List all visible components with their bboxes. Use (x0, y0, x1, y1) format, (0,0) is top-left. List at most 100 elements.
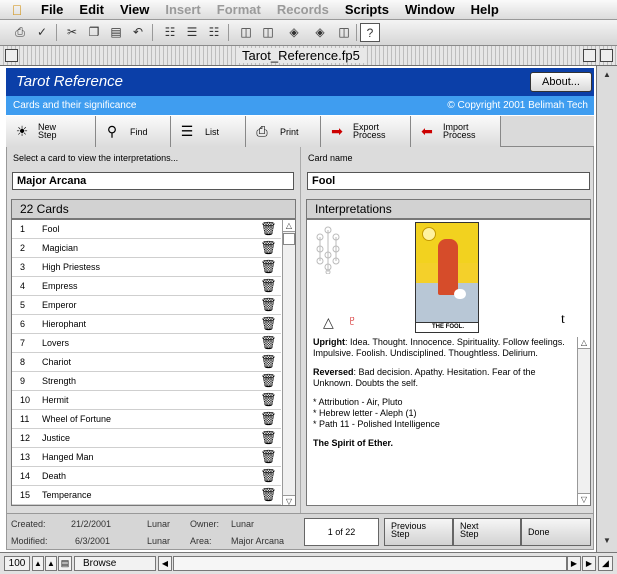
list-item[interactable]: 4 Empress 🗑 (12, 277, 281, 296)
zoom-box-icon[interactable] (583, 49, 596, 62)
export-icon[interactable]: ◈ (310, 23, 330, 42)
list-item[interactable]: 8 Chariot 🗑 (12, 353, 281, 372)
list-item[interactable]: 10 Hermit 🗑 (12, 391, 281, 410)
card-number: 2 (20, 243, 26, 253)
import-button[interactable]: ⬅ Import Process (411, 116, 501, 147)
apple-icon[interactable]:  (0, 2, 34, 18)
window-scroll-down-icon[interactable]: ▼ (600, 534, 614, 548)
tree-of-life-icon (316, 226, 340, 274)
cut-icon[interactable]: ✂ (62, 23, 82, 42)
record-pager: 1 of 22 (304, 518, 379, 546)
import-arrow-icon: ⬅ (421, 123, 433, 139)
menu-help[interactable]: Help (464, 2, 508, 17)
menu-window[interactable]: Window (398, 2, 464, 17)
zoom-level[interactable]: 100 (4, 556, 30, 571)
new-record-icon[interactable]: ☷ (160, 23, 180, 42)
print-button[interactable]: ⎙ Print (246, 116, 321, 147)
trash-icon[interactable]: 🗑 (260, 487, 277, 503)
upright-label: Upright (313, 337, 345, 347)
scroll-left-icon[interactable]: ◀ (158, 556, 172, 571)
trash-icon[interactable]: 🗑 (260, 278, 277, 294)
print-icon[interactable]: ⎙ (10, 23, 30, 42)
spellcheck-icon[interactable]: ✓ (32, 23, 52, 42)
find-icon[interactable]: ☷ (204, 23, 224, 42)
zoom-in-icon[interactable]: ▲ (45, 556, 57, 571)
trash-icon[interactable]: 🗑 (260, 259, 277, 275)
card-number: 6 (20, 319, 26, 329)
layout-icon[interactable]: ◫ (258, 23, 278, 42)
import-icon[interactable]: ◈ (284, 23, 304, 42)
trash-icon[interactable]: 🗑 (260, 240, 277, 256)
list-item[interactable]: 11 Wheel of Fortune 🗑 (12, 410, 281, 429)
status-area-toggle-icon[interactable]: ▤ (58, 556, 72, 571)
menu-records[interactable]: Records (270, 2, 338, 17)
trash-icon[interactable]: 🗑 (260, 354, 277, 370)
window-scrollbar[interactable]: ▲ ▼ (596, 66, 617, 552)
done-button[interactable]: Done (521, 518, 591, 546)
list-item[interactable]: 1 Fool 🗑 (12, 220, 281, 239)
scroll-up-icon[interactable]: △ (578, 337, 590, 349)
undo-icon[interactable]: ↶ (128, 23, 148, 42)
menu-scripts[interactable]: Scripts (338, 2, 398, 17)
menu-format[interactable]: Format (210, 2, 270, 17)
resize-grip-icon[interactable]: ◢ (598, 556, 613, 571)
menu-edit[interactable]: Edit (72, 2, 113, 17)
mode-selector[interactable]: Browse (74, 556, 156, 571)
zoom-out-icon[interactable]: ▲ (32, 556, 44, 571)
card-name-label: Card name (308, 153, 353, 163)
help-icon[interactable]: ? (360, 23, 380, 42)
menu-view[interactable]: View (113, 2, 158, 17)
trash-icon[interactable]: 🗑 (260, 335, 277, 351)
category-field[interactable]: Major Arcana (12, 172, 294, 190)
card-name-field[interactable]: Fool (307, 172, 590, 190)
nav-bar: ☀ New Step ⚲ Find ☰ List ⎙ Print ➡ Export… (6, 116, 594, 147)
trash-icon[interactable]: 🗑 (260, 468, 277, 484)
lightbulb-icon: ☀ (15, 123, 29, 139)
scroll-thumb[interactable] (283, 233, 295, 245)
trash-icon[interactable]: 🗑 (260, 411, 277, 427)
browse-icon[interactable]: ☰ (182, 23, 202, 42)
window-scroll-up-icon[interactable]: ▲ (600, 68, 614, 82)
list-item[interactable]: 13 Hanged Man 🗑 (12, 448, 281, 467)
trash-icon[interactable]: 🗑 (260, 392, 277, 408)
list-item[interactable]: 5 Emperor 🗑 (12, 296, 281, 315)
list-item[interactable]: 15 Temperance 🗑 (12, 486, 281, 505)
send-icon[interactable]: ◫ (334, 23, 354, 42)
paste-icon[interactable]: ▤ (106, 23, 126, 42)
copy-icon[interactable]: ❐ (84, 23, 104, 42)
menu-file[interactable]: File (34, 2, 72, 17)
next-step-button[interactable]: Next Step (453, 518, 521, 546)
trash-icon[interactable]: 🗑 (260, 221, 277, 237)
trash-icon[interactable]: 🗑 (260, 297, 277, 313)
list-item[interactable]: 6 Hierophant 🗑 (12, 315, 281, 334)
trash-icon[interactable]: 🗑 (260, 316, 277, 332)
list-button[interactable]: ☰ List (171, 116, 246, 147)
sort-icon[interactable]: ◫ (236, 23, 256, 42)
list-item[interactable]: 7 Lovers 🗑 (12, 334, 281, 353)
export-button[interactable]: ➡ Export Process (321, 116, 411, 147)
list-item[interactable]: 3 High Priestess 🗑 (12, 258, 281, 277)
trash-icon[interactable]: 🗑 (260, 430, 277, 446)
interpretations-header: Interpretations (306, 199, 591, 219)
interpretation-scrollbar[interactable]: △ ▽ (577, 337, 590, 505)
previous-step-button[interactable]: Previous Step (384, 518, 453, 546)
scroll-up-icon[interactable]: △ (283, 220, 295, 232)
list-scrollbar[interactable]: △ ▽ (282, 220, 295, 505)
list-item[interactable]: 9 Strength 🗑 (12, 372, 281, 391)
list-item[interactable]: 12 Justice 🗑 (12, 429, 281, 448)
collapse-box-icon[interactable] (600, 49, 613, 62)
trash-icon[interactable]: 🗑 (260, 373, 277, 389)
trash-icon[interactable]: 🗑 (260, 449, 277, 465)
list-item[interactable]: 2 Magician 🗑 (12, 239, 281, 258)
list-item[interactable]: 14 Death 🗑 (12, 467, 281, 486)
about-button[interactable]: About... (530, 72, 592, 92)
horizontal-scrollbar[interactable] (173, 556, 567, 571)
scroll-right-icon[interactable]: ▶ (567, 556, 581, 571)
close-box-icon[interactable] (5, 49, 18, 62)
menu-insert[interactable]: Insert (158, 2, 209, 17)
find-button[interactable]: ⚲ Find (96, 116, 171, 147)
scroll-down-icon[interactable]: ▽ (283, 495, 295, 505)
new-step-button[interactable]: ☀ New Step (6, 116, 96, 147)
scroll-right-icon[interactable]: ▶ (582, 556, 596, 571)
scroll-down-icon[interactable]: ▽ (578, 493, 590, 505)
